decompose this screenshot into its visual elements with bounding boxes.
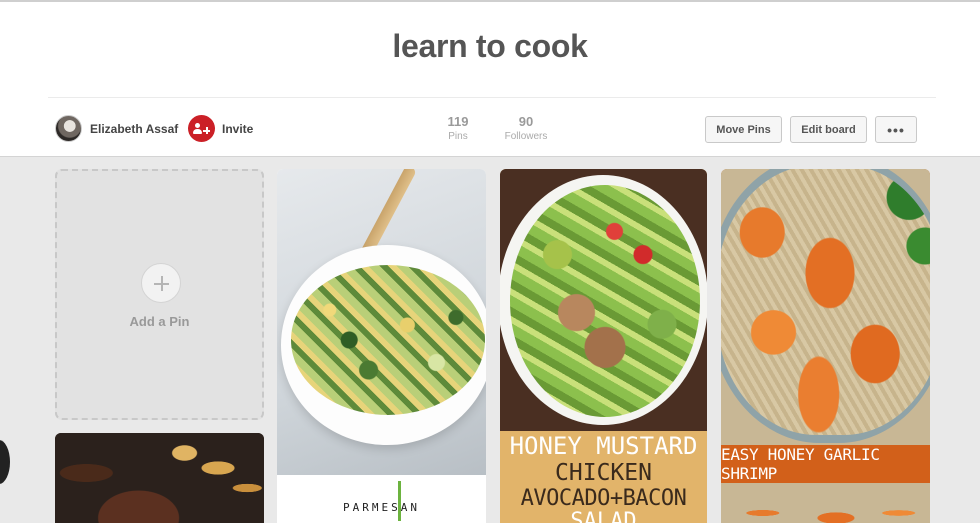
header-divider <box>48 97 936 98</box>
pin-overlay-line: CHICKEN <box>555 460 652 486</box>
pin-image-lower <box>721 483 930 523</box>
edit-board-button[interactable]: Edit board <box>790 116 867 143</box>
add-user-icon[interactable] <box>188 115 215 142</box>
pin-zucchini[interactable]: PARMESAN <box>277 169 486 523</box>
more-options-button[interactable]: ••• <box>875 116 917 143</box>
pin-shrimp[interactable]: EASY HONEY GARLIC SHRIMP <box>721 169 930 523</box>
board-title: learn to cook <box>392 28 588 64</box>
pin-image[interactable] <box>55 433 264 523</box>
plus-icon[interactable] <box>141 263 181 303</box>
followers-stat[interactable]: 90 Followers <box>500 114 552 142</box>
pin-overlay-text: EASY HONEY GARLIC SHRIMP <box>721 445 930 483</box>
pin-image[interactable] <box>721 169 930 445</box>
pin-caption-area <box>277 475 486 523</box>
add-pin-label[interactable]: Add a Pin <box>57 314 262 329</box>
avatar[interactable] <box>55 115 82 142</box>
invite-label[interactable]: Invite <box>222 122 253 136</box>
pin-chicken-salad[interactable]: HONEY MUSTARD CHICKEN AVOCADO+BACON SALA… <box>500 169 707 523</box>
pins-stat[interactable]: 119 Pins <box>438 114 478 142</box>
followers-label: Followers <box>504 131 548 142</box>
board-owner[interactable]: Elizabeth Assaf <box>55 115 178 142</box>
pin-overlay-caption: HONEY MUSTARD CHICKEN AVOCADO+BACON SALA… <box>500 431 707 523</box>
pin-steak[interactable] <box>55 433 264 523</box>
pin-image[interactable] <box>500 169 707 431</box>
add-pin-card[interactable]: Add a Pin <box>55 169 264 420</box>
pin-overlay-text: PARMESAN <box>343 501 420 514</box>
pin-overlay-line: AVOCADO+BACON <box>520 486 687 511</box>
board-header: learn to cook Elizabeth Assaf Invite 119… <box>0 0 980 157</box>
pins-count: 119 <box>447 114 469 129</box>
pin-overlay-line: HONEY MUSTARD <box>509 432 698 460</box>
followers-count: 90 <box>518 114 534 129</box>
pin-overlay-line: SALAD <box>570 509 637 523</box>
invite-button[interactable]: Invite <box>188 115 253 142</box>
floating-scroll-button[interactable] <box>0 440 10 484</box>
pins-label: Pins <box>448 131 468 142</box>
move-pins-button[interactable]: Move Pins <box>705 116 782 143</box>
pin-image[interactable] <box>277 169 486 475</box>
owner-name[interactable]: Elizabeth Assaf <box>90 122 178 136</box>
